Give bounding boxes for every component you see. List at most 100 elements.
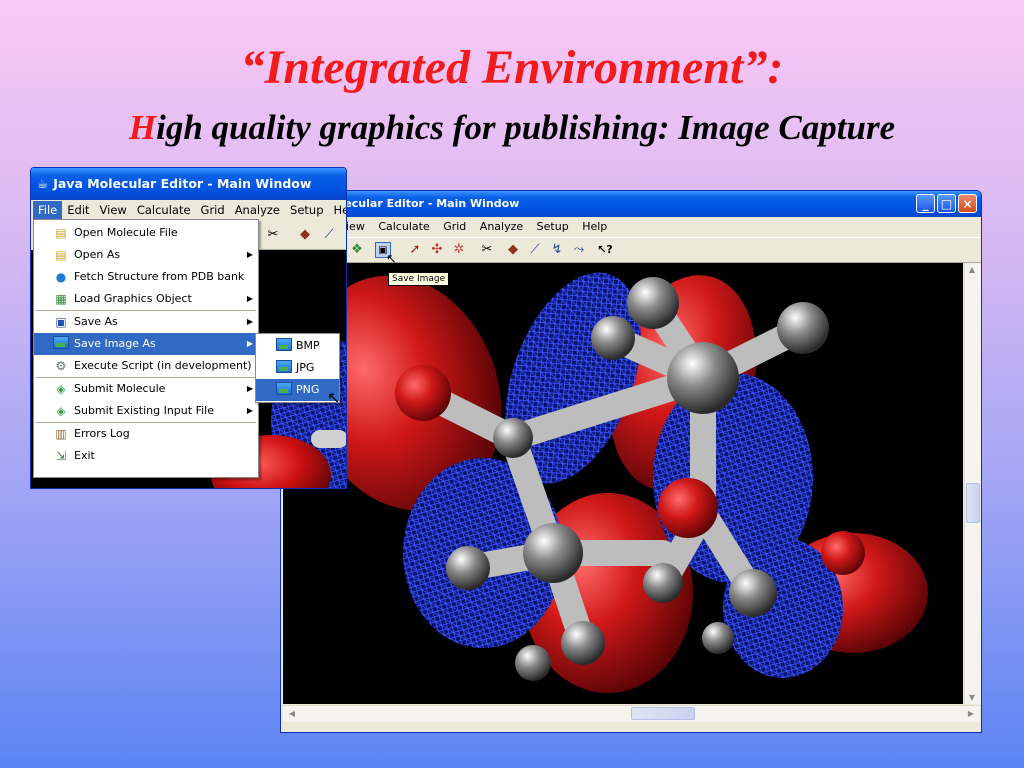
menu-calculate[interactable]: Calculate	[373, 218, 434, 236]
bond-tool-icon[interactable]: ➚	[407, 242, 423, 258]
menu-item-execute-script[interactable]: ⚙ Execute Script (in development)	[34, 355, 258, 377]
help-pointer-icon[interactable]: ↖?	[597, 242, 613, 258]
stick-icon[interactable]: ⟋	[321, 227, 337, 243]
menu-edit[interactable]: Edit	[62, 201, 94, 220]
front-window-title: Java Molecular Editor - Main Window	[53, 176, 312, 191]
menu-calculate[interactable]: Calculate	[132, 201, 196, 220]
log-icon: ▥	[55, 427, 67, 441]
submenu-arrow-icon: ▶	[246, 406, 253, 415]
menu-grid[interactable]: Grid	[438, 218, 471, 236]
image-icon	[276, 338, 292, 354]
submenu-arrow-icon: ▶	[246, 384, 253, 393]
fragment-tool-icon[interactable]: ✲	[451, 242, 467, 258]
menu-file[interactable]: File	[33, 201, 63, 220]
menu-item-save-image-as[interactable]: Save Image As ▶	[34, 333, 258, 355]
scroll-down-arrow[interactable]: ▼	[965, 693, 979, 702]
close-button[interactable]: ×	[958, 194, 977, 213]
image-icon	[53, 336, 69, 352]
menu-item-label: Save Image As	[74, 337, 156, 350]
file-menu: ▤ Open Molecule File ▤ Open As ▶ ● Fetch…	[33, 219, 259, 478]
submit-icon: ◈	[56, 382, 66, 396]
submit-file-icon: ◈	[56, 404, 66, 418]
slide-subtitle: High quality graphics for publishing: Im…	[0, 108, 1024, 148]
maximize-button[interactable]: □	[937, 194, 956, 213]
folder-open-icon: ▤	[55, 248, 67, 262]
main-window-titlebar[interactable]: olecular Editor - Main Window _ □ ×	[281, 191, 981, 217]
submenu-arrow-icon: ▶	[246, 250, 253, 259]
submenu-item-jpg[interactable]: JPG	[256, 357, 339, 379]
ring-icon[interactable]: ↯	[549, 242, 565, 258]
menu-grid[interactable]: Grid	[196, 201, 230, 220]
menu-item-label: Save As	[74, 315, 118, 328]
menu-view[interactable]: View	[95, 201, 132, 220]
horizontal-scrollbar[interactable]: ◀ ▶	[283, 705, 980, 722]
menu-help[interactable]: He	[329, 201, 347, 220]
subtitle-initial: H	[128, 108, 157, 147]
submenu-arrow-icon: ▶	[246, 317, 253, 326]
submenu-item-bmp[interactable]: BMP	[256, 335, 339, 357]
folder-open-icon: ▤	[55, 226, 67, 240]
slide-title: “Integrated Environment”:	[240, 41, 784, 94]
open-model-icon[interactable]: ❖	[349, 242, 365, 258]
chain-icon[interactable]: ⤳	[571, 242, 587, 258]
menu-item-load-graphics-object[interactable]: ▦ Load Graphics Object ▶	[34, 288, 258, 310]
exit-icon: ⇲	[55, 449, 67, 463]
mouse-pointer-icon: ↖	[386, 252, 397, 267]
main-window: olecular Editor - Main Window _ □ × iew …	[280, 190, 982, 733]
menu-item-label: Fetch Structure from PDB bank	[74, 270, 245, 283]
cut-icon[interactable]: ✂	[265, 227, 281, 243]
submenu-item-label: PNG	[296, 383, 320, 396]
menu-item-fetch-structure[interactable]: ● Fetch Structure from PDB bank	[34, 266, 258, 288]
render-icon[interactable]: ◆	[505, 242, 521, 258]
render-icon[interactable]: ◆	[297, 227, 313, 243]
menu-item-save-as[interactable]: ▣ Save As ▶	[34, 311, 258, 333]
menu-setup[interactable]: Setup	[285, 201, 328, 220]
horizontal-scroll-thumb[interactable]	[631, 707, 695, 720]
menu-help[interactable]: Help	[577, 218, 612, 236]
submenu-arrow-icon: ▶	[246, 294, 253, 303]
front-window-titlebar[interactable]: ☕ Java Molecular Editor - Main Window	[31, 168, 346, 200]
menu-item-label: Open Molecule File	[74, 226, 178, 239]
menu-item-label: Errors Log	[74, 427, 130, 440]
submenu-item-label: BMP	[296, 339, 320, 352]
minimize-button[interactable]: _	[916, 194, 935, 213]
molecule-viewport[interactable]	[283, 263, 963, 704]
main-menubar: iew Calculate Grid Analyze Setup Help	[281, 218, 981, 236]
menu-item-submit-existing-input-file[interactable]: ◈ Submit Existing Input File ▶	[34, 400, 258, 422]
menu-item-open-as[interactable]: ▤ Open As ▶	[34, 244, 258, 266]
gear-icon: ⚙	[55, 359, 67, 373]
main-window-title: olecular Editor - Main Window	[333, 197, 520, 210]
submenu-item-label: JPG	[296, 361, 315, 374]
scroll-up-arrow[interactable]: ▲	[965, 265, 979, 274]
menu-item-label: Open As	[74, 248, 121, 261]
menu-item-label: Execute Script (in development)	[74, 359, 252, 372]
menu-item-label: Exit	[74, 449, 95, 462]
menu-item-exit[interactable]: ⇲ Exit	[34, 445, 258, 467]
front-menubar: FileEditViewCalculateGridAnalyzeSetupHe	[31, 201, 346, 220]
save-image-tooltip: Save Image	[388, 272, 450, 286]
scroll-right-arrow[interactable]: ▶	[964, 709, 978, 718]
front-toolbar: ✂ ◆ ⟋	[261, 221, 346, 250]
molecule-scene	[304, 272, 928, 693]
menu-item-submit-molecule[interactable]: ◈ Submit Molecule ▶	[34, 378, 258, 400]
subtitle-text: igh quality graphics for publishing: Ima…	[156, 108, 896, 147]
menu-item-label: Submit Existing Input File	[74, 404, 214, 417]
menu-analyze[interactable]: Analyze	[230, 201, 285, 220]
vertical-scroll-thumb[interactable]	[966, 483, 980, 523]
atom-tool-icon[interactable]: ✣	[429, 242, 445, 258]
menu-item-label: Submit Molecule	[74, 382, 166, 395]
menu-item-errors-log[interactable]: ▥ Errors Log	[34, 423, 258, 445]
menu-analyze[interactable]: Analyze	[475, 218, 528, 236]
image-icon	[276, 360, 292, 376]
cut-icon[interactable]: ✂	[479, 242, 495, 258]
image-icon	[276, 382, 292, 398]
mouse-pointer-icon: ↖	[327, 388, 341, 407]
scroll-left-arrow[interactable]: ◀	[285, 709, 299, 718]
stick-icon[interactable]: ⟋	[527, 242, 543, 258]
java-cup-icon: ☕	[37, 176, 49, 191]
vertical-scrollbar[interactable]: ▲ ▼	[964, 263, 981, 704]
globe-icon: ●	[55, 270, 67, 284]
menu-setup[interactable]: Setup	[532, 218, 574, 236]
submenu-arrow-icon: ▶	[246, 339, 253, 348]
menu-item-open-molecule-file[interactable]: ▤ Open Molecule File	[34, 222, 258, 244]
